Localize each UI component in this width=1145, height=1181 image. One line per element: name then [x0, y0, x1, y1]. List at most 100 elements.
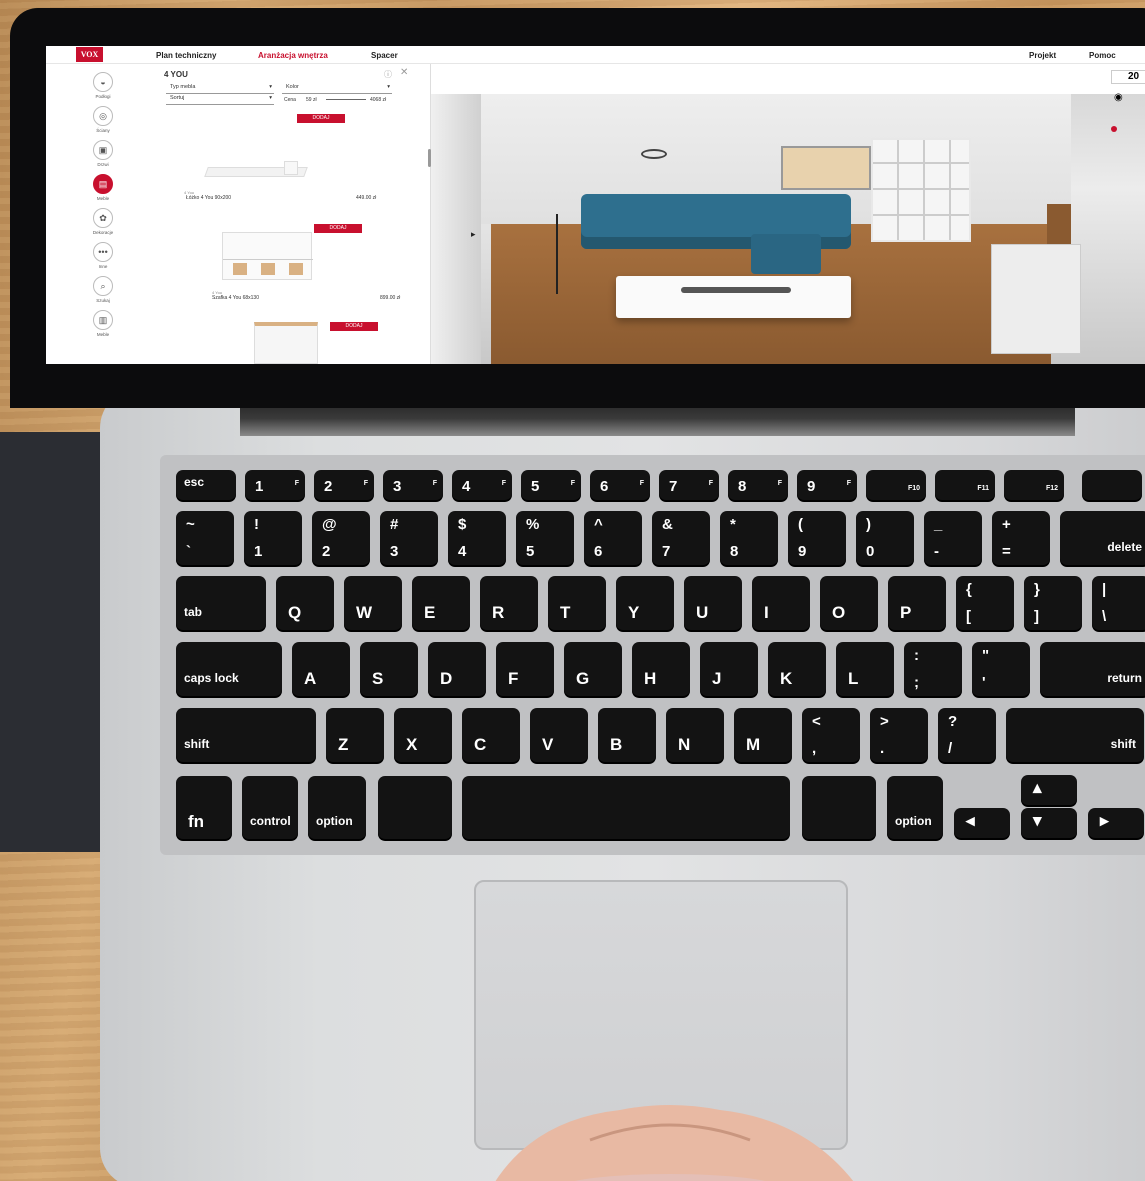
key-z-row-4[interactable]: V: [530, 708, 588, 762]
key-f11[interactable]: F11: [935, 470, 995, 500]
furniture-type-select[interactable]: Typ mebla ▾: [166, 84, 274, 94]
key-q-row-11[interactable]: {[: [956, 576, 1014, 630]
key-z-row-10[interactable]: ? /: [938, 708, 996, 762]
key-f6[interactable]: F6: [590, 470, 650, 500]
key-num-4[interactable]: $4: [448, 511, 506, 565]
add-button[interactable]: DODAJ: [330, 322, 378, 331]
wall-shelf[interactable]: [781, 146, 871, 190]
sidebar-item-other[interactable]: ••• Inne: [86, 242, 120, 269]
key-arrow-down[interactable]: ▾: [1021, 808, 1077, 838]
key-a-row-3[interactable]: D: [428, 642, 486, 696]
key-a-row-6[interactable]: H: [632, 642, 690, 696]
collapse-arrow-icon[interactable]: ▸: [471, 229, 476, 240]
key-q-row-3[interactable]: E: [412, 576, 470, 630]
price-slider[interactable]: [326, 99, 366, 100]
key-z-row-8[interactable]: <,: [802, 708, 860, 762]
key-num-11[interactable]: _ -: [924, 511, 982, 565]
key-a-row-5[interactable]: G: [564, 642, 622, 696]
key-f7[interactable]: F7: [659, 470, 719, 500]
tab-technical-plan[interactable]: Plan techniczny: [156, 51, 216, 60]
key-a-row-1[interactable]: A: [292, 642, 350, 696]
key-q-row-2[interactable]: W: [344, 576, 402, 630]
key-q-row-6[interactable]: Y: [616, 576, 674, 630]
key-f12[interactable]: F12: [1004, 470, 1064, 500]
key-a-row-10[interactable]: :;: [904, 642, 962, 696]
sidebar-item-search[interactable]: ⌕ Szukaj: [86, 276, 120, 303]
key-num-9[interactable]: (9: [788, 511, 846, 565]
tab-walk[interactable]: Spacer: [371, 51, 398, 60]
key-a-row-11[interactable]: " ': [972, 642, 1030, 696]
key-num-0[interactable]: ~ `: [176, 511, 234, 565]
key-space[interactable]: [462, 776, 790, 839]
key-num-2[interactable]: @2: [312, 511, 370, 565]
key-f4[interactable]: F4: [452, 470, 512, 500]
sidebar-item-cabinets[interactable]: ▥ Meble: [86, 310, 120, 337]
key-z-row-0[interactable]: shift: [176, 708, 316, 762]
bookshelf[interactable]: [871, 138, 971, 242]
key-f10[interactable]: F10: [866, 470, 926, 500]
sidebar-item-doors[interactable]: ▣ Drzwi: [86, 140, 120, 167]
key-num-6[interactable]: ^ 6: [584, 511, 642, 565]
sidebar-item-floors[interactable]: ◒ Podłogi: [86, 72, 120, 99]
key-q-row-8[interactable]: I: [752, 576, 810, 630]
key-a-row-0[interactable]: caps lock: [176, 642, 282, 696]
add-button[interactable]: DODAJ: [297, 114, 345, 123]
key-a-row-8[interactable]: K: [768, 642, 826, 696]
key-fn[interactable]: fn: [176, 776, 232, 839]
add-button[interactable]: DODAJ: [314, 224, 362, 233]
key-a-row-12[interactable]: return: [1040, 642, 1145, 696]
sidebar-item-decor[interactable]: ✿ Dekoracje: [86, 208, 120, 235]
key-f5[interactable]: F5: [521, 470, 581, 500]
tab-interior[interactable]: Aranżacja wnętrza: [258, 51, 328, 60]
key-command-right[interactable]: [802, 776, 876, 839]
key-q-row-7[interactable]: U: [684, 576, 742, 630]
menu-project[interactable]: Projekt: [1029, 51, 1056, 60]
key-f8[interactable]: F8: [728, 470, 788, 500]
key-q-row-1[interactable]: Q: [276, 576, 334, 630]
key-num-5[interactable]: % 5: [516, 511, 574, 565]
sort-select[interactable]: Sortuj ▾: [166, 95, 274, 105]
key-arrow-right[interactable]: ▸: [1088, 808, 1144, 838]
key-f3[interactable]: F3: [383, 470, 443, 500]
key-z-row-6[interactable]: N: [666, 708, 724, 762]
sidebar-item-furniture[interactable]: ▤ Meble: [86, 174, 120, 201]
key-z-row-3[interactable]: C: [462, 708, 520, 762]
key-control[interactable]: control: [242, 776, 298, 839]
key-num-1[interactable]: ! 1: [244, 511, 302, 565]
product-image-dresser[interactable]: [254, 322, 318, 364]
close-icon[interactable]: ✕: [400, 67, 408, 78]
key-q-row-4[interactable]: R: [480, 576, 538, 630]
key-arrow-up[interactable]: ▴: [1021, 775, 1077, 805]
product-image-cabinet[interactable]: [222, 232, 313, 280]
key-q-row-5[interactable]: T: [548, 576, 606, 630]
wardrobe[interactable]: [991, 244, 1081, 354]
key-z-row-2[interactable]: X: [394, 708, 452, 762]
key-option-left[interactable]: option: [308, 776, 366, 839]
key-a-row-9[interactable]: L: [836, 642, 894, 696]
key-f2[interactable]: F2: [314, 470, 374, 500]
key-f9[interactable]: F9: [797, 470, 857, 500]
key-num-8[interactable]: * 8: [720, 511, 778, 565]
key-q-row-13[interactable]: | \: [1092, 576, 1145, 630]
product-image-bed[interactable]: [204, 159, 308, 184]
key-a-row-2[interactable]: S: [360, 642, 418, 696]
power-button[interactable]: [1082, 470, 1142, 500]
key-z-row-1[interactable]: Z: [326, 708, 384, 762]
key-esc[interactable]: esc: [176, 470, 236, 500]
key-num-13[interactable]: delete: [1060, 511, 1145, 565]
key-tab[interactable]: tab: [176, 576, 266, 630]
room-3d-view[interactable]: ▸: [431, 94, 1145, 364]
slider-handle[interactable]: [1111, 126, 1117, 132]
key-z-row-5[interactable]: B: [598, 708, 656, 762]
key-f1[interactable]: F1: [245, 470, 305, 500]
sidebar-item-walls[interactable]: ◎ Ściany: [86, 106, 120, 133]
key-a-row-7[interactable]: J: [700, 642, 758, 696]
key-num-12[interactable]: + =: [992, 511, 1050, 565]
key-a-row-4[interactable]: F: [496, 642, 554, 696]
key-option-right[interactable]: option: [887, 776, 943, 839]
sofa-chaise[interactable]: [751, 234, 821, 274]
dining-table[interactable]: [616, 276, 851, 318]
key-q-row-10[interactable]: P: [888, 576, 946, 630]
key-q-row-9[interactable]: O: [820, 576, 878, 630]
key-z-row-9[interactable]: >.: [870, 708, 928, 762]
